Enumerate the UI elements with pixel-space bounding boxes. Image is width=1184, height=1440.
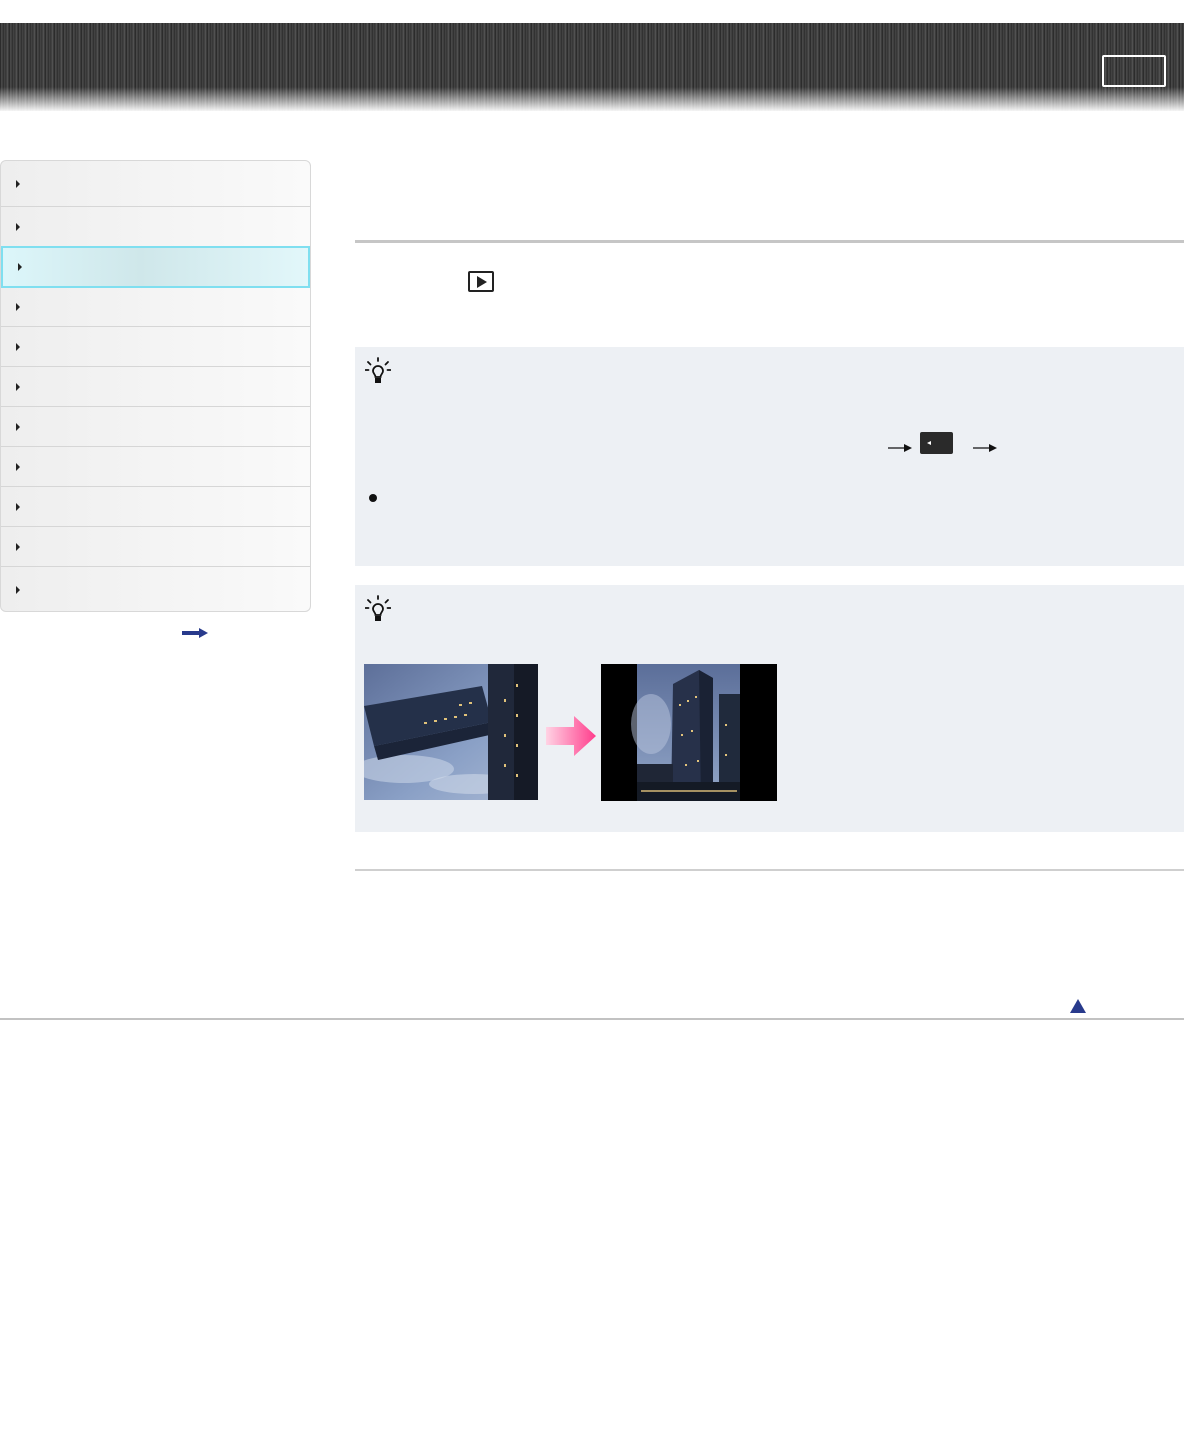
right-arrow-icon[interactable] bbox=[182, 628, 208, 638]
up-triangle-icon[interactable] bbox=[1070, 999, 1086, 1013]
sidebar-item-6[interactable] bbox=[1, 367, 310, 407]
sidebar-item-3-active[interactable] bbox=[1, 246, 310, 288]
play-icon bbox=[468, 271, 494, 292]
rotated-building-photo bbox=[364, 664, 538, 800]
triangle-bullet-icon bbox=[16, 586, 20, 594]
lightbulb-icon bbox=[365, 357, 391, 383]
triangle-bullet-icon bbox=[16, 542, 20, 551]
sidebar-item-8[interactable] bbox=[1, 447, 310, 487]
pink-arrow-icon bbox=[546, 716, 596, 756]
footer-divider bbox=[0, 1018, 1184, 1020]
triangle-bullet-icon bbox=[16, 342, 20, 351]
header-banner bbox=[0, 23, 1184, 111]
right-arrow-icon bbox=[973, 444, 997, 452]
right-arrow-icon bbox=[888, 444, 912, 452]
upright-building-photo bbox=[601, 664, 777, 801]
sidebar-item-7[interactable] bbox=[1, 407, 310, 447]
sidebar-item-5[interactable] bbox=[1, 327, 310, 367]
menu-tab-icon bbox=[920, 432, 953, 454]
section-divider bbox=[355, 240, 1184, 243]
section-divider bbox=[355, 869, 1184, 871]
sidebar-item-9[interactable] bbox=[1, 487, 310, 527]
triangle-bullet-icon bbox=[16, 422, 20, 431]
sidebar-item-4[interactable] bbox=[1, 287, 310, 327]
triangle-bullet-icon bbox=[16, 222, 20, 231]
triangle-bullet-icon bbox=[18, 263, 22, 271]
header-button[interactable] bbox=[1102, 55, 1166, 87]
tip-box bbox=[355, 347, 1184, 566]
triangle-bullet-icon bbox=[16, 382, 20, 391]
sidebar-nav bbox=[0, 160, 311, 612]
triangle-bullet-icon bbox=[16, 502, 20, 511]
triangle-bullet-icon bbox=[16, 462, 20, 471]
triangle-bullet-icon bbox=[16, 179, 20, 188]
sidebar-item-1[interactable] bbox=[1, 161, 310, 207]
bullet-dot bbox=[369, 494, 377, 502]
sidebar-item-11[interactable] bbox=[1, 567, 310, 611]
sidebar-item-10[interactable] bbox=[1, 527, 310, 567]
lightbulb-icon bbox=[365, 595, 391, 621]
sidebar-item-2[interactable] bbox=[1, 207, 310, 247]
triangle-bullet-icon bbox=[16, 302, 20, 311]
